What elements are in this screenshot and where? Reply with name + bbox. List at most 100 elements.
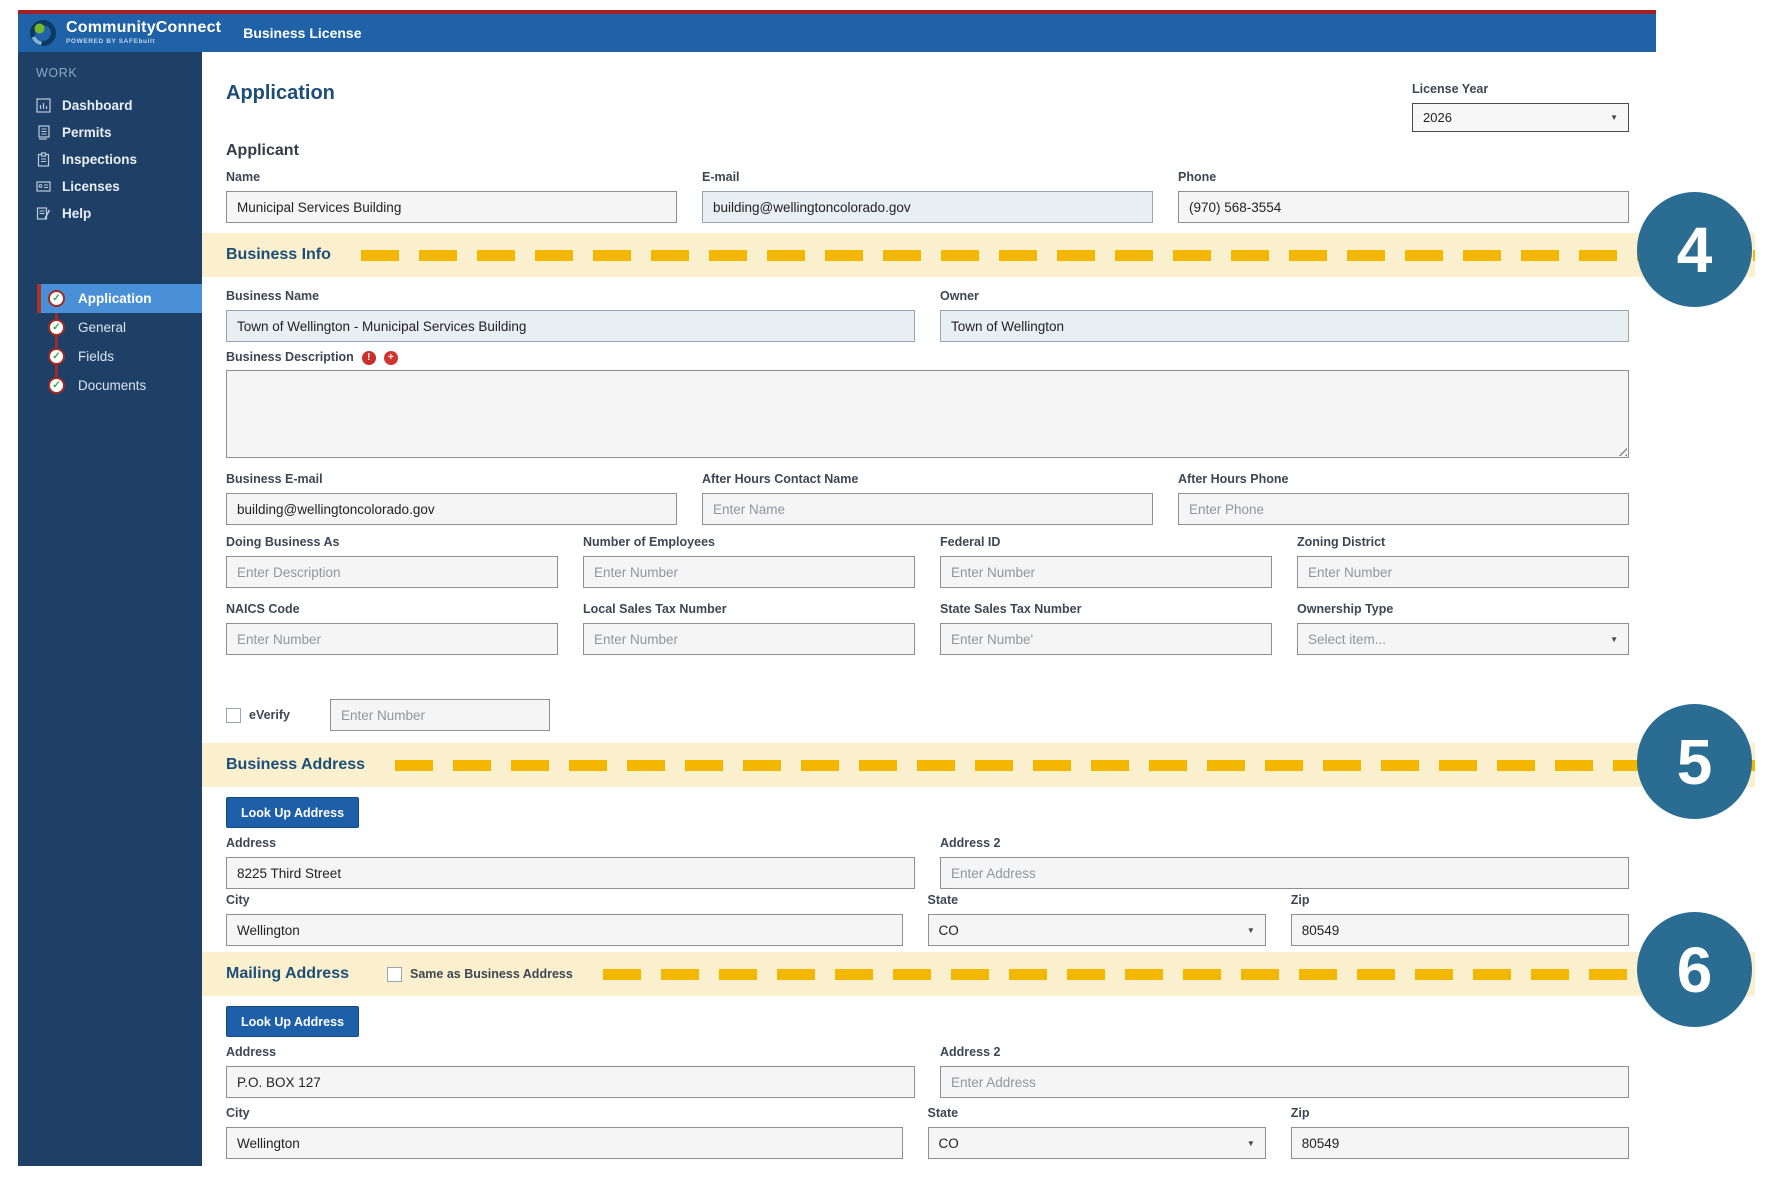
owner-input[interactable] [940,310,1629,342]
chevron-down-icon: ▼ [1610,113,1618,122]
brand-powered-by: POWERED BY SAFEbuilt [66,39,221,46]
annotation-marker-5: 5 [1637,704,1752,819]
sidebar-item-help[interactable]: Help [18,200,202,227]
business-zip-input[interactable] [1291,914,1629,946]
after-hours-phone-input[interactable] [1178,493,1629,525]
main-content: Application License Year 2026 ▼ Applican… [202,52,1656,1166]
same-as-business-checkbox[interactable] [387,967,402,982]
federal-id-input[interactable] [940,556,1272,588]
state-sales-tax-input[interactable] [940,623,1272,655]
dashed-divider [361,250,1755,261]
sidebar-item-label: Licenses [62,179,120,194]
local-sales-tax-label: Local Sales Tax Number [583,602,915,617]
lookup-business-address-button[interactable]: Look Up Address [226,797,359,828]
dashed-divider [395,760,1755,771]
federal-id-label: Federal ID [940,535,1272,550]
sidebar-item-licenses[interactable]: Licenses [18,173,202,200]
annotation-marker-4: 4 [1637,192,1752,307]
naics-code-input[interactable] [226,623,558,655]
mailing-city-input[interactable] [226,1127,903,1159]
everify-row: eVerify [226,699,1629,731]
mailing-address-band: Mailing Address Same as Business Address [202,952,1755,996]
mailing-address-label: Address [226,1045,915,1060]
step-label: Fields [78,349,114,364]
applicant-email-label: E-mail [702,170,1153,185]
add-icon[interactable]: + [384,351,398,365]
lookup-mailing-address-button[interactable]: Look Up Address [226,1006,359,1037]
app-header: CommunityConnect POWERED BY SAFEbuilt Bu… [18,14,1656,52]
chevron-down-icon: ▼ [1247,926,1255,935]
dba-label: Doing Business As [226,535,558,550]
business-address-title: Business Address [226,756,365,774]
step-application[interactable]: ✓ Application [37,284,202,313]
brand: CommunityConnect POWERED BY SAFEbuilt [28,18,221,48]
mailing-state-value: CO [939,1136,959,1151]
business-address2-label: Address 2 [940,836,1629,851]
sidebar-item-label: Help [62,206,91,221]
business-address2-input[interactable] [940,857,1629,889]
step-label: Documents [78,378,146,393]
business-address-band: Business Address [202,743,1755,787]
everify-number-input[interactable] [330,699,550,731]
step-label: General [78,320,126,335]
applicant-email-input[interactable] [702,191,1153,223]
step-label: Application [78,291,152,306]
sidebar-item-inspections[interactable]: Inspections [18,146,202,173]
applicant-heading: Applicant [226,142,1629,160]
ownership-type-label: Ownership Type [1297,602,1629,617]
page: CommunityConnect POWERED BY SAFEbuilt Bu… [0,0,1779,1188]
employees-input[interactable] [583,556,915,588]
step-general[interactable]: ✓ General [37,313,202,342]
mailing-city-label: City [226,1106,903,1121]
applicant-phone-input[interactable] [1178,191,1629,223]
mailing-address-input[interactable] [226,1066,915,1098]
naics-code-label: NAICS Code [226,602,558,617]
sidebar-item-dashboard[interactable]: Dashboard [18,92,202,119]
zoning-district-label: Zoning District [1297,535,1629,550]
step-documents[interactable]: ✓ Documents [37,371,202,400]
applicant-name-input[interactable] [226,191,677,223]
ownership-type-select[interactable]: Select item... ▼ [1297,623,1629,655]
mailing-address2-label: Address 2 [940,1045,1629,1060]
inspections-icon [36,152,51,167]
step-check-icon: ✓ [48,377,65,394]
mailing-address2-input[interactable] [940,1066,1629,1098]
page-title: Application [226,82,335,105]
local-sales-tax-input[interactable] [583,623,915,655]
permits-icon [36,125,51,140]
owner-label: Owner [940,289,1629,304]
help-icon [36,206,51,221]
everify-checkbox[interactable] [226,708,241,723]
state-sales-tax-label: State Sales Tax Number [940,602,1272,617]
business-email-input[interactable] [226,493,677,525]
business-state-value: CO [939,923,959,938]
same-as-business-label: Same as Business Address [410,967,573,981]
after-hours-name-input[interactable] [702,493,1153,525]
employees-label: Number of Employees [583,535,915,550]
business-address-input[interactable] [226,857,915,889]
sidebar-item-label: Dashboard [62,98,133,113]
business-name-input[interactable] [226,310,915,342]
sidebar-item-permits[interactable]: Permits [18,119,202,146]
business-state-select[interactable]: CO ▼ [928,914,1266,946]
business-address-label: Address [226,836,915,851]
chevron-down-icon: ▼ [1247,1139,1255,1148]
license-year-value: 2026 [1423,110,1452,125]
step-fields[interactable]: ✓ Fields [37,342,202,371]
step-check-icon: ✓ [48,290,65,307]
dashed-divider [603,969,1755,980]
mailing-state-label: State [928,1106,1266,1121]
after-hours-phone-label: After Hours Phone [1178,472,1629,487]
license-year-select[interactable]: 2026 ▼ [1412,103,1629,132]
application-steps-nav: ✓ Application ✓ General ✓ Fields ✓ Docum… [37,284,202,400]
sidebar-section-label: WORK [18,62,202,92]
mailing-state-select[interactable]: CO ▼ [928,1127,1266,1159]
sidebar: WORK Dashboard Permits Inspections Licen… [18,52,202,1166]
sidebar-item-label: Inspections [62,152,137,167]
dba-input[interactable] [226,556,558,588]
business-info-title: Business Info [226,246,331,264]
mailing-zip-input[interactable] [1291,1127,1629,1159]
business-description-textarea[interactable] [226,370,1629,458]
business-city-input[interactable] [226,914,903,946]
zoning-district-input[interactable] [1297,556,1629,588]
